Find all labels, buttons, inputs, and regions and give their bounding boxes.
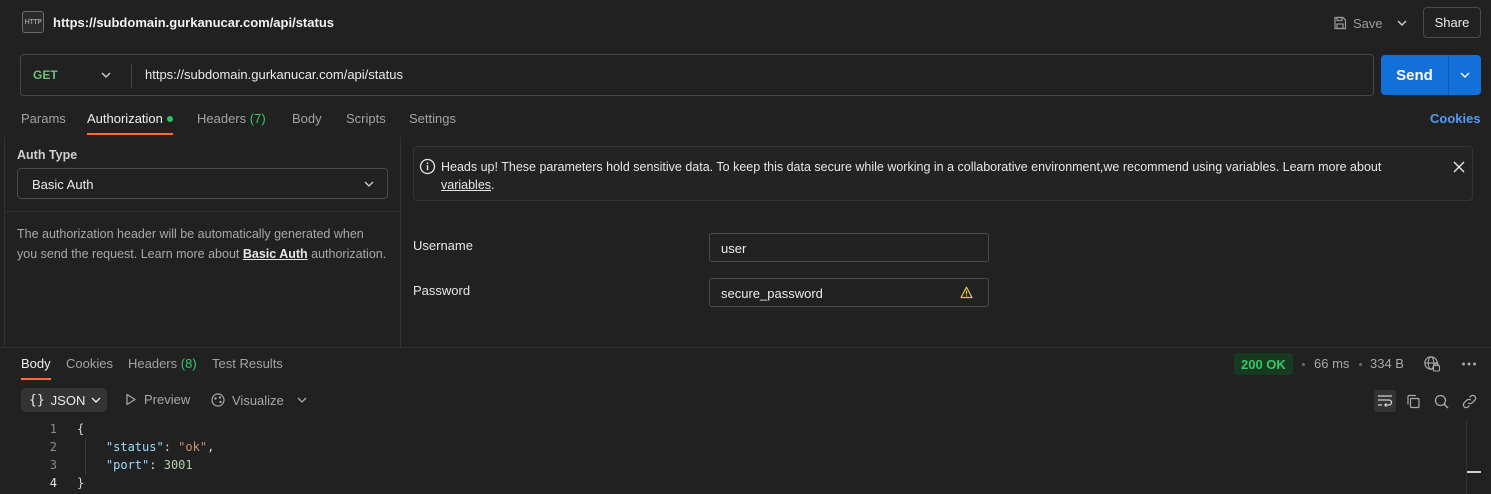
variables-link[interactable]: variables bbox=[441, 178, 491, 192]
divider bbox=[4, 137, 5, 347]
auth-type-value: Basic Auth bbox=[32, 177, 94, 192]
active-tab-underline bbox=[21, 378, 51, 380]
braces-icon: {} bbox=[29, 392, 45, 408]
notice-text: Heads up! These parameters hold sensitiv… bbox=[441, 158, 1431, 194]
visualize-icon bbox=[211, 393, 225, 407]
divider bbox=[400, 137, 401, 347]
tab-headers-label: Headers bbox=[197, 111, 247, 126]
save-icon bbox=[1334, 16, 1347, 30]
password-field[interactable]: secure_password bbox=[709, 278, 989, 307]
response-tab-headers-label: Headers bbox=[128, 356, 178, 371]
response-size[interactable]: 334 B bbox=[1370, 356, 1404, 371]
brace-close: } bbox=[77, 476, 85, 490]
info-icon bbox=[419, 158, 436, 178]
preview-label: Preview bbox=[144, 392, 191, 407]
notice-body: Heads up! These parameters hold sensitiv… bbox=[441, 160, 1382, 174]
wrap-lines-icon[interactable] bbox=[1374, 390, 1396, 412]
separator-dot bbox=[1359, 363, 1362, 366]
scrollbar-marker bbox=[1467, 471, 1481, 473]
json-key: "status" bbox=[105, 440, 164, 454]
brace-open: { bbox=[77, 422, 85, 436]
save-options-chevron-icon[interactable] bbox=[1394, 13, 1410, 33]
username-field[interactable]: user bbox=[709, 233, 989, 262]
code-line: } bbox=[77, 476, 84, 490]
method-select[interactable]: GET bbox=[33, 68, 58, 82]
url-bar: GET https://subdomain.gurkanucar.com/api… bbox=[20, 54, 1374, 96]
search-icon[interactable] bbox=[1430, 390, 1452, 412]
code-line: "status": "ok", bbox=[105, 440, 215, 454]
chevron-down-icon bbox=[364, 177, 374, 194]
request-title[interactable]: https://subdomain.gurkanucar.com/api/sta… bbox=[53, 15, 334, 30]
active-indicator-dot bbox=[167, 116, 173, 122]
divider bbox=[4, 211, 400, 212]
close-icon[interactable] bbox=[1452, 160, 1468, 176]
save-button[interactable]: Save bbox=[1333, 13, 1383, 33]
response-tab-cookies[interactable]: Cookies bbox=[66, 356, 113, 371]
send-button[interactable]: Send bbox=[1381, 55, 1448, 95]
response-tab-test-results[interactable]: Test Results bbox=[212, 356, 283, 371]
link-icon[interactable] bbox=[1458, 390, 1480, 412]
send-options-chevron-icon[interactable] bbox=[1449, 55, 1481, 95]
username-value: user bbox=[721, 241, 747, 256]
format-label: JSON bbox=[50, 392, 86, 408]
response-tab-body[interactable]: Body bbox=[21, 356, 51, 371]
chevron-down-icon bbox=[91, 397, 101, 403]
chevron-down-icon[interactable] bbox=[101, 67, 111, 86]
play-icon bbox=[126, 393, 136, 406]
url-input[interactable]: https://subdomain.gurkanucar.com/api/sta… bbox=[145, 67, 403, 82]
tab-params[interactable]: Params bbox=[21, 111, 66, 126]
response-time[interactable]: 66 ms bbox=[1314, 356, 1349, 371]
username-label: Username bbox=[413, 238, 473, 253]
tab-authorization[interactable]: Authorization bbox=[87, 111, 163, 126]
http-request-icon: HTTP bbox=[22, 11, 44, 33]
help-text-end: authorization. bbox=[307, 247, 387, 261]
line-number: 1 bbox=[49, 422, 57, 436]
line-number: 4 bbox=[49, 476, 57, 490]
active-tab-underline bbox=[87, 133, 173, 135]
visualize-button[interactable]: Visualize bbox=[210, 392, 284, 408]
tab-headers-count: (7) bbox=[249, 111, 266, 126]
share-button[interactable]: Share bbox=[1423, 7, 1481, 38]
more-options-icon[interactable] bbox=[1461, 355, 1477, 376]
sensitive-data-notice: Heads up! These parameters hold sensitiv… bbox=[413, 146, 1473, 201]
response-tab-headers[interactable]: Headers (8) bbox=[128, 356, 197, 371]
format-select[interactable]: {} JSON bbox=[21, 388, 107, 412]
json-value: 3001 bbox=[163, 458, 193, 472]
password-value: secure_password bbox=[721, 286, 823, 301]
divider bbox=[0, 347, 1491, 348]
notice-end: . bbox=[491, 178, 495, 192]
code-line: { bbox=[77, 422, 84, 436]
chevron-down-icon[interactable] bbox=[297, 393, 307, 410]
warning-icon[interactable] bbox=[960, 286, 973, 302]
save-label: Save bbox=[1353, 15, 1383, 31]
basic-auth-link[interactable]: Basic Auth bbox=[243, 247, 308, 261]
cookies-link[interactable]: Cookies bbox=[1430, 111, 1481, 126]
json-value: "ok" bbox=[178, 440, 208, 454]
separator-dot bbox=[1302, 363, 1305, 366]
line-number: 2 bbox=[49, 440, 57, 454]
network-globe-icon[interactable] bbox=[1423, 355, 1441, 376]
send-button-group: Send bbox=[1381, 55, 1481, 95]
code-line: "port": 3001 bbox=[105, 458, 193, 472]
password-label: Password bbox=[413, 283, 471, 298]
auth-help-text: The authorization header will be automat… bbox=[17, 224, 387, 264]
tab-body[interactable]: Body bbox=[292, 111, 322, 126]
preview-button[interactable]: Preview bbox=[125, 392, 190, 407]
tab-scripts[interactable]: Scripts bbox=[346, 111, 386, 126]
copy-icon[interactable] bbox=[1402, 390, 1424, 412]
tab-settings[interactable]: Settings bbox=[409, 111, 456, 126]
tab-headers[interactable]: Headers (7) bbox=[197, 111, 266, 126]
auth-type-label: Auth Type bbox=[17, 148, 78, 162]
visualize-label: Visualize bbox=[232, 392, 284, 408]
auth-type-select[interactable]: Basic Auth bbox=[17, 168, 388, 199]
title-bar: HTTP https://subdomain.gurkanucar.com/ap… bbox=[0, 0, 1491, 46]
line-number: 3 bbox=[49, 458, 57, 472]
json-key: "port" bbox=[105, 458, 150, 472]
scrollbar[interactable] bbox=[1466, 420, 1467, 494]
status-badge[interactable]: 200 OK bbox=[1234, 353, 1293, 375]
response-tab-headers-count: (8) bbox=[180, 356, 197, 371]
divider bbox=[131, 64, 132, 88]
